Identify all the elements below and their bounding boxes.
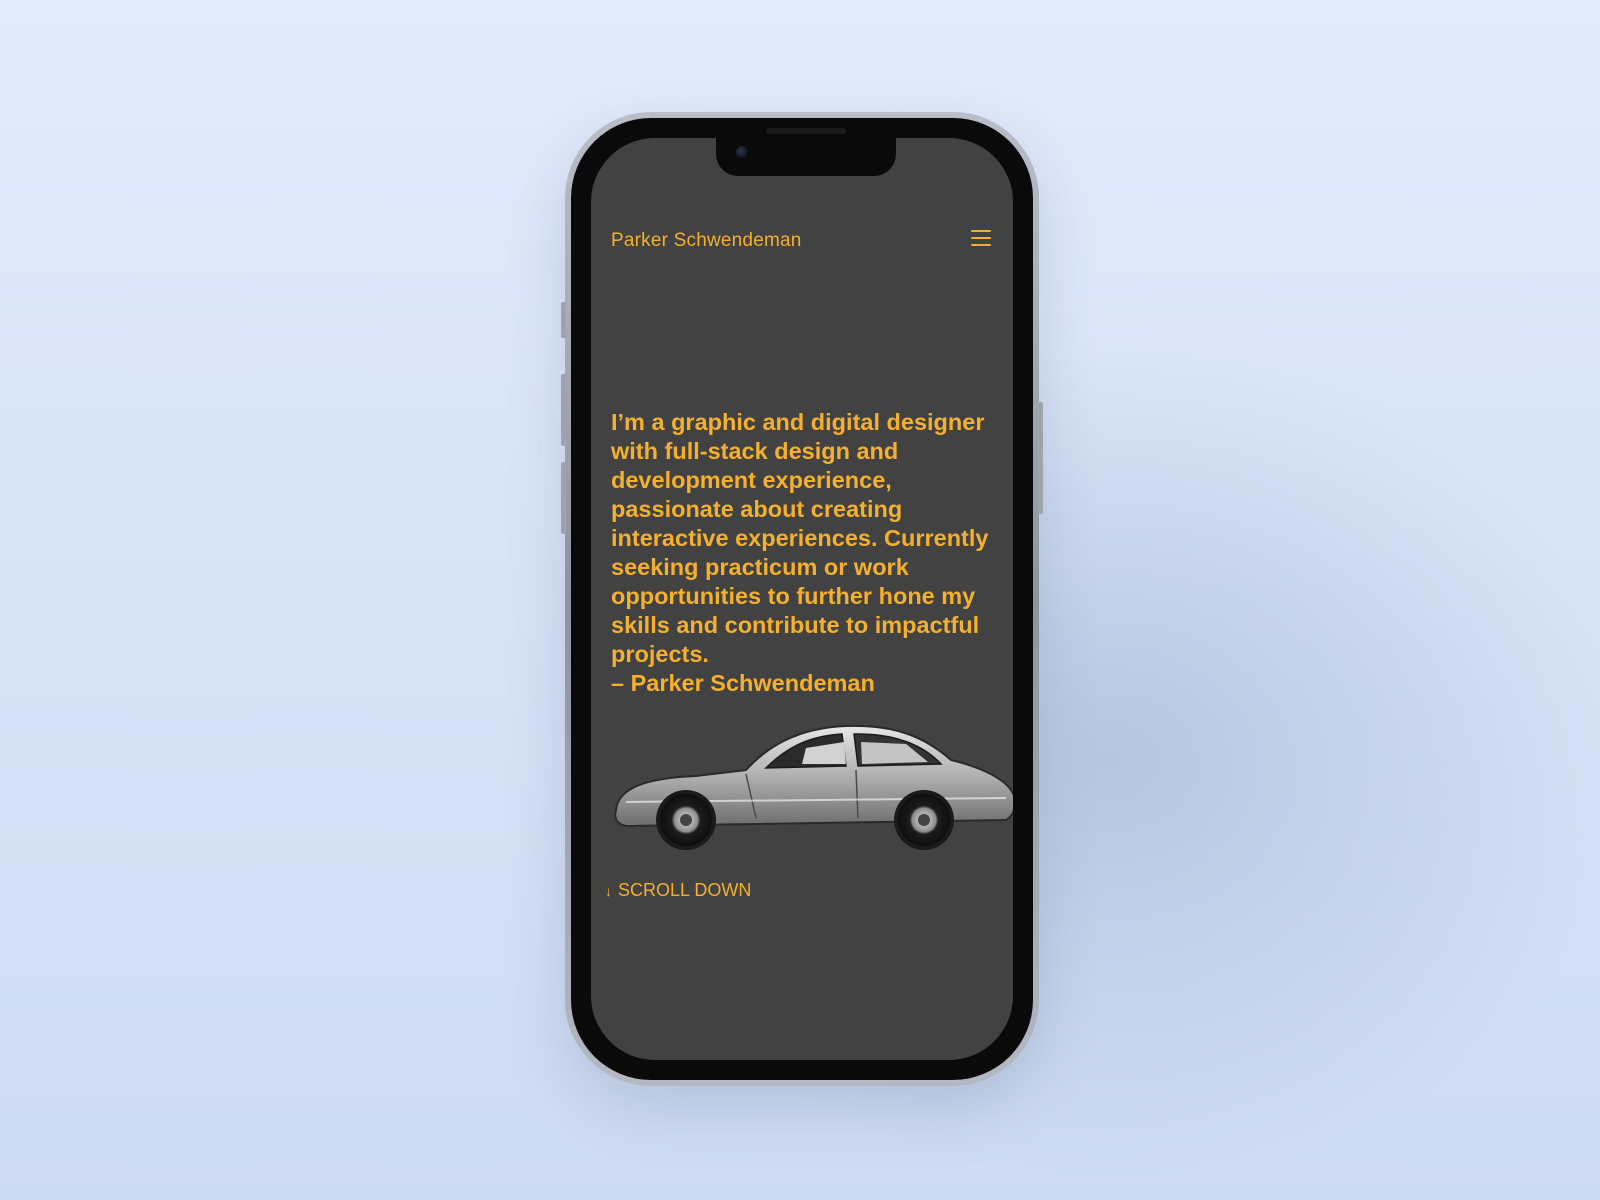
- phone-volume-up-button: [561, 374, 566, 446]
- scroll-down-label: SCROLL DOWN: [618, 880, 752, 900]
- front-camera-icon: [736, 146, 748, 158]
- site-title[interactable]: Parker Schwendeman: [611, 230, 802, 252]
- menu-line: [971, 244, 991, 246]
- intro-text: I’m a graphic and digital designer with …: [611, 409, 989, 667]
- intro-author: – Parker Schwendeman: [611, 670, 875, 696]
- phone-volume-down-button: [561, 462, 566, 534]
- scroll-down-link[interactable]: ↓ SCROLL DOWN: [605, 880, 751, 901]
- phone-speaker: [766, 128, 846, 134]
- phone-notch: [716, 138, 896, 176]
- phone-silent-switch: [561, 302, 566, 338]
- car-illustration: [614, 724, 1013, 850]
- intro-statement: I’m a graphic and digital designer with …: [611, 408, 991, 698]
- hamburger-menu-icon[interactable]: [971, 230, 991, 246]
- phone-mockup: Parker Schwendeman I’m a graphic and dig…: [561, 112, 1043, 1086]
- arrow-down-icon: ↓: [605, 882, 612, 899]
- phone-power-button: [1038, 402, 1043, 514]
- menu-line: [971, 237, 991, 239]
- phone-screen: Parker Schwendeman I’m a graphic and dig…: [591, 138, 1013, 1060]
- menu-line: [971, 230, 991, 232]
- phone-bezel: Parker Schwendeman I’m a graphic and dig…: [571, 118, 1033, 1080]
